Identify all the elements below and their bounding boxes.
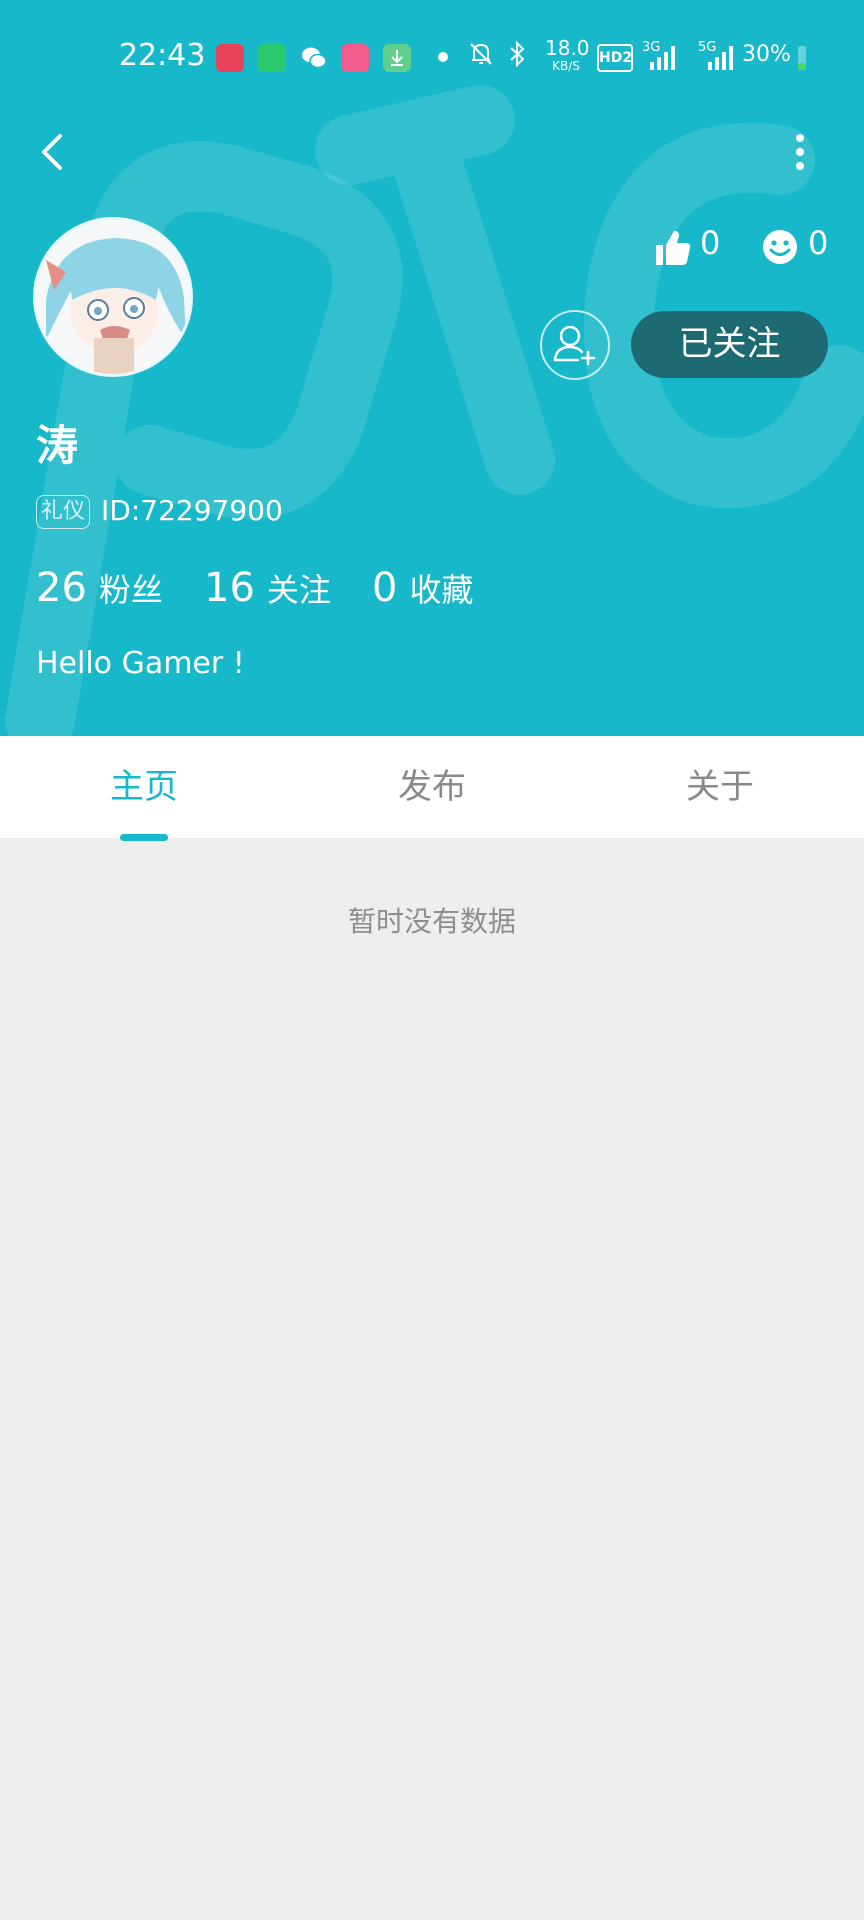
more-options-icon[interactable]	[780, 128, 820, 176]
mute-bell-icon	[470, 43, 492, 65]
signal-1-icon	[650, 46, 675, 70]
smiley-icon[interactable]	[760, 222, 800, 272]
bluetooth-icon	[510, 40, 525, 68]
emoji-count: 0	[808, 224, 829, 262]
empty-state-text: 暂时没有数据	[347, 905, 516, 938]
profile-stats: 26 粉丝 16 关注 0 收藏	[36, 565, 510, 611]
download-app-icon	[383, 44, 411, 72]
hd-voice-badge: HD2	[597, 44, 633, 72]
followed-button[interactable]: 已关注	[631, 311, 828, 378]
username: 涛	[36, 421, 79, 470]
wechat-icon	[302, 47, 327, 69]
active-tab-indicator	[120, 834, 168, 841]
shopping-app-icon	[258, 44, 286, 72]
thumbs-up-icon[interactable]	[652, 222, 692, 272]
avatar[interactable]	[36, 220, 190, 374]
tab-home[interactable]: 主页	[0, 736, 288, 838]
signal-2-icon	[708, 46, 733, 70]
user-bio: Hello Gamer !	[36, 646, 245, 681]
network-speed: 18.0 KB/S	[545, 36, 590, 73]
stat-following[interactable]: 16 关注	[204, 565, 331, 611]
notification-dot-icon	[438, 52, 448, 62]
battery-icon	[798, 46, 806, 70]
user-tag-badge: 礼仪	[36, 495, 91, 529]
add-friend-button[interactable]	[540, 310, 610, 380]
user-id: ID:72297900	[101, 494, 283, 527]
tab-about[interactable]: 关于	[576, 736, 864, 838]
stat-fans[interactable]: 26 粉丝	[36, 565, 163, 611]
likes-count: 0	[700, 224, 721, 262]
back-arrow-icon[interactable]	[30, 128, 78, 176]
add-user-icon	[553, 325, 596, 366]
bilibili-icon	[341, 44, 369, 72]
tab-posts[interactable]: 发布	[288, 736, 576, 838]
stat-favorites[interactable]: 0 收藏	[372, 565, 473, 611]
battery-percent: 30%	[742, 42, 791, 67]
status-time: 22:43	[119, 38, 206, 73]
profile-header: 22:43 18.0 KB/S HD2 3G 5G 30% 0 0 已关注 涛 …	[0, 0, 864, 736]
video-app-icon	[216, 44, 244, 72]
profile-tabs: 主页 发布 关于	[0, 736, 864, 838]
status-bar: 22:43 18.0 KB/S HD2 3G 5G 30%	[0, 0, 864, 110]
